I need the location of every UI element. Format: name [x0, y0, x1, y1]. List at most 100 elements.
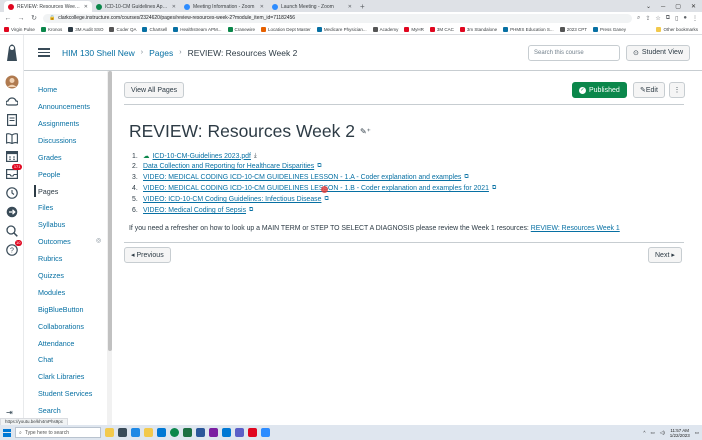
published-button[interactable]: ✓ Published	[572, 82, 627, 98]
course-nav-assignments[interactable]: Assignments	[38, 119, 79, 128]
commons-arrow-icon[interactable]	[4, 205, 20, 219]
browser-tab[interactable]: Meeting Information - Zoom ✕	[180, 1, 268, 12]
calendar-icon[interactable]	[4, 149, 20, 163]
bookmark-item[interactable]: MyHR	[404, 26, 424, 32]
chevron-up-icon[interactable]: ^	[643, 430, 645, 435]
bookmark-item[interactable]: Kronos	[40, 26, 62, 32]
course-nav-discussions[interactable]: Discussions	[38, 136, 76, 145]
share-icon[interactable]: ⇪	[645, 15, 650, 22]
reload-icon[interactable]: ↻	[30, 14, 38, 22]
course-search-input[interactable]: Search this course	[528, 44, 620, 61]
download-icon[interactable]: ⤓	[254, 153, 257, 160]
next-button[interactable]: Next ▸	[648, 247, 682, 263]
bookmark-item[interactable]: PHMIS Education S...	[503, 26, 554, 32]
hamburger-menu-icon[interactable]	[38, 48, 50, 57]
course-nav-announcements[interactable]: Announcements	[38, 102, 90, 111]
bookmark-item[interactable]: Virgin Pulse	[4, 26, 35, 32]
profile-icon[interactable]: ●	[683, 15, 687, 22]
chevron-down-icon[interactable]: ⌄	[646, 3, 651, 10]
week1-review-link[interactable]: REVIEW: Resources Week 1	[531, 225, 620, 232]
accessibility-checker-icon[interactable]: ✎⁺	[360, 127, 371, 136]
resource-link[interactable]: ICD-10-CM-Guidelines 2023.pdf	[153, 153, 251, 160]
volume-icon[interactable]: ◁)	[660, 430, 665, 436]
course-nav-attendance[interactable]: Attendance	[38, 339, 74, 348]
breadcrumb-course[interactable]: HIM 130 Shell New	[62, 48, 135, 58]
maximize-icon[interactable]: ▢	[675, 3, 681, 10]
course-nav-grades[interactable]: Grades	[38, 153, 62, 162]
url-field[interactable]: 🔒 clarkcollege.instructure.com/courses/2…	[43, 13, 632, 23]
bookmark-item[interactable]: Healthstream APM...	[173, 26, 222, 32]
taskbar-clock[interactable]: 11:57 AM 1/22/2023	[670, 428, 690, 438]
edge-icon[interactable]	[131, 428, 140, 437]
resource-link[interactable]: VIDEO: MEDICAL CODING ICD-10-CM GUIDELIN…	[143, 174, 461, 181]
bookmark-item[interactable]: Chartsell	[142, 26, 167, 32]
inbox-icon[interactable]: 171	[4, 164, 22, 181]
extensions-icon[interactable]: ⧉	[666, 15, 670, 22]
zoom-icon[interactable]	[261, 428, 270, 437]
task-view-icon[interactable]	[118, 428, 127, 437]
course-nav-pages[interactable]: Pages	[33, 185, 58, 197]
history-clock-icon[interactable]	[4, 186, 20, 200]
student-view-button[interactable]: ⊙ Student View	[626, 44, 690, 61]
other-bookmarks[interactable]: Other bookmarks	[656, 26, 698, 32]
bookmark-star-icon[interactable]: ☆	[655, 15, 660, 22]
bookmark-item[interactable]: Location Dept Master	[261, 26, 311, 32]
sidebar-icon[interactable]: ▯	[675, 15, 678, 22]
bookmark-item[interactable]: 3M CAC	[429, 26, 454, 32]
dashboard-icon[interactable]	[4, 113, 20, 127]
close-tab-icon[interactable]: ✕	[172, 4, 176, 10]
word-icon[interactable]	[196, 428, 205, 437]
course-nav-search[interactable]: Search	[38, 406, 61, 415]
admin-icon[interactable]	[4, 95, 20, 109]
courses-book-icon[interactable]	[4, 131, 20, 145]
outlook-icon[interactable]	[222, 428, 231, 437]
zoom-magnifier-icon[interactable]: ⌕	[637, 15, 640, 22]
course-nav-chat[interactable]: Chat	[38, 355, 53, 364]
course-nav-syllabus[interactable]: Syllabus	[38, 220, 65, 229]
forward-arrow-icon[interactable]: →	[17, 15, 25, 22]
view-all-pages-button[interactable]: View All Pages	[124, 82, 185, 98]
new-tab-button[interactable]: +	[356, 1, 369, 12]
bookmark-item[interactable]: Coder QA	[109, 26, 136, 32]
bookmark-item[interactable]: Medicare Physician...	[316, 26, 367, 32]
course-nav-home[interactable]: Home	[38, 85, 57, 94]
store-icon[interactable]	[157, 428, 166, 437]
onenote-icon[interactable]	[209, 428, 218, 437]
course-nav-modules[interactable]: Modules	[38, 288, 65, 297]
teams-icon[interactable]	[235, 428, 244, 437]
bookmark-item[interactable]: 3M Audit SSO	[68, 26, 103, 32]
notifications-icon[interactable]: ▭	[695, 430, 699, 436]
app-icon[interactable]	[248, 428, 257, 437]
resource-link[interactable]: VIDEO: Medical Coding of Sepsis	[143, 207, 246, 214]
more-options-button[interactable]: ⋮	[669, 82, 685, 98]
breadcrumb-pages[interactable]: Pages	[149, 48, 173, 58]
collapse-nav-icon[interactable]: ⇥	[6, 408, 13, 417]
institution-logo-icon[interactable]	[4, 41, 20, 63]
taskbar-search-input[interactable]: ⌕ Type here to search	[15, 427, 101, 438]
course-nav-files[interactable]: Files	[38, 203, 53, 212]
edit-button[interactable]: ✎ Edit	[633, 82, 665, 98]
course-nav-quizzes[interactable]: Quizzes	[38, 271, 64, 280]
course-nav-rubrics[interactable]: Rubrics	[38, 254, 62, 263]
course-nav-clark-libraries[interactable]: Clark Libraries	[38, 372, 84, 381]
browser-menu-icon[interactable]: ⋮	[692, 15, 698, 22]
course-nav-bigbluebutton[interactable]: BigBlueButton	[38, 305, 84, 314]
previous-button[interactable]: ◂ Previous	[124, 247, 171, 263]
resource-link[interactable]: VIDEO: ICD-10-CM Coding Guidelines: Infe…	[143, 196, 321, 203]
minimize-icon[interactable]: ─	[661, 4, 665, 10]
close-tab-icon[interactable]: ✕	[348, 4, 352, 10]
browser-tab[interactable]: REVIEW: Resources Week 2: HIM ✕	[4, 1, 92, 12]
bookmark-item[interactable]: 3m Standalone	[459, 26, 497, 32]
network-icon[interactable]: ▭	[650, 430, 654, 436]
file-explorer-icon[interactable]	[144, 428, 153, 437]
account-avatar-icon[interactable]	[4, 75, 20, 89]
resource-link[interactable]: VIDEO: MEDICAL CODING ICD-10-CM GUIDELIN…	[143, 185, 489, 192]
studio-search-icon[interactable]	[4, 224, 20, 238]
weather-icon[interactable]	[105, 428, 114, 437]
close-tab-icon[interactable]: ✕	[84, 4, 88, 10]
bookmark-item[interactable]: Press Ganey	[592, 26, 626, 32]
excel-icon[interactable]	[183, 428, 192, 437]
bookmark-item[interactable]: 2023 CPT	[559, 26, 587, 32]
chrome-icon[interactable]	[170, 428, 179, 437]
resource-link[interactable]: Data Collection and Reporting for Health…	[143, 163, 314, 170]
